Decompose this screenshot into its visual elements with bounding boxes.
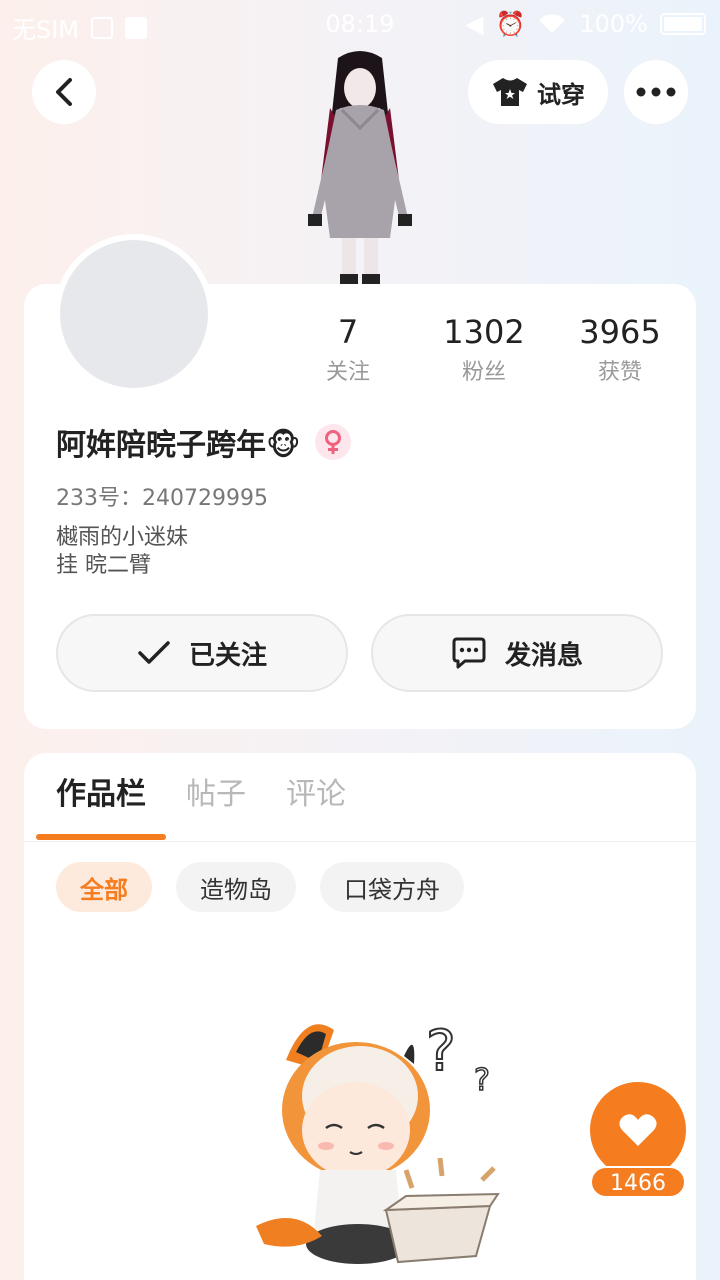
followers-label: 粉丝 [461, 360, 506, 385]
tshirt-icon [493, 78, 527, 106]
followed-button[interactable]: 已关注 [56, 614, 348, 692]
tab-comments[interactable]: 评论 [286, 770, 346, 820]
heart-icon [619, 1114, 657, 1146]
try-on-button[interactable]: 试穿 [468, 60, 608, 124]
profile-stats: 7 关注 1302 粉丝 3965 获赞 [280, 312, 696, 386]
female-gender-icon [314, 424, 351, 460]
status-bar: 无SIM 08:19 ◀ ⏰ 100% [0, 0, 720, 50]
wifi-icon [539, 14, 566, 33]
nickname-text: 阿姩陪晥子跨年 [56, 428, 266, 463]
following-label: 关注 [325, 360, 370, 385]
nickname: 阿姩陪晥子跨年🐵 [56, 420, 351, 464]
svg-text:?: ? [426, 1019, 456, 1084]
tab-posts[interactable]: 帖子 [186, 770, 246, 820]
svg-text:?: ? [474, 1063, 490, 1098]
following-count: 7 [337, 313, 359, 351]
tab-works[interactable]: 作品栏 [56, 770, 146, 820]
back-button[interactable] [32, 60, 96, 124]
likes-count: 3965 [579, 313, 661, 351]
like-count: 1466 [590, 1166, 686, 1198]
bio-line-1: 樾雨的小迷妹 [56, 525, 189, 550]
send-message-label: 发消息 [504, 640, 583, 671]
checkmark-icon [138, 641, 170, 664]
likes-label: 获赞 [597, 360, 642, 385]
filter-chips: 全部 造物岛 口袋方舟 [56, 862, 464, 912]
followers-count: 1302 [443, 313, 525, 351]
avatar[interactable] [54, 234, 214, 394]
empty-state-mascot: ? ? [256, 1018, 500, 1264]
like-button[interactable] [590, 1082, 686, 1178]
chip-all[interactable]: 全部 [56, 862, 152, 912]
user-id: 233号：240729995 [56, 486, 268, 511]
chevron-left-icon [56, 78, 72, 106]
tab-divider [24, 841, 696, 842]
nickname-emoji: 🐵 [266, 428, 301, 463]
more-dots-icon [636, 87, 676, 97]
mute-icon: ◀ [465, 10, 484, 38]
chip-creation-island[interactable]: 造物岛 [176, 862, 296, 912]
content-tabs: 作品栏 帖子 评论 [56, 770, 346, 820]
avatar-figure [308, 51, 412, 284]
bio-line-2: 挂 晥二臂 [56, 553, 151, 578]
battery-label: 100% [579, 10, 648, 38]
stat-likes[interactable]: 3965 获赞 [552, 312, 688, 386]
send-message-button[interactable]: 发消息 [371, 614, 663, 692]
followed-label: 已关注 [188, 640, 267, 671]
stat-followers[interactable]: 1302 粉丝 [416, 312, 552, 386]
active-tab-indicator [36, 834, 166, 840]
bio: 樾雨的小迷妹 挂 晥二臂 [56, 524, 188, 580]
battery-icon [660, 13, 706, 35]
more-button[interactable] [624, 60, 688, 124]
alarm-icon: ⏰ [495, 10, 526, 38]
chat-bubble-icon [452, 637, 486, 669]
chip-pocket-ark[interactable]: 口袋方舟 [320, 862, 464, 912]
stat-following[interactable]: 7 关注 [280, 312, 416, 386]
try-on-label: 试穿 [537, 80, 585, 109]
